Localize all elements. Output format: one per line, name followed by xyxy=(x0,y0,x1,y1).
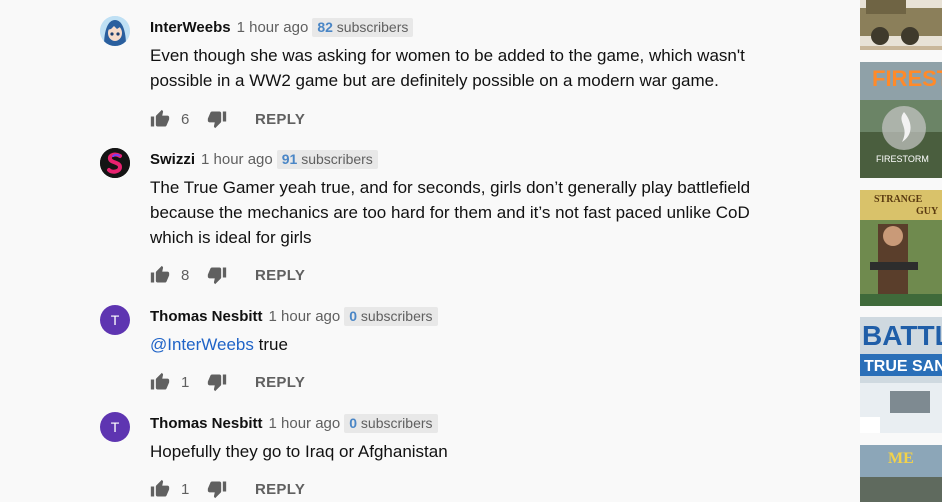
battlefield-thumbnail-icon: BATTL TRUE SAN xyxy=(860,317,942,433)
thumbs-up-icon[interactable] xyxy=(150,372,170,392)
thumbnail-subtitle: FIRESTORM xyxy=(876,154,929,164)
subscriber-badge: 0 subscribers xyxy=(344,306,438,326)
subscriber-count: 91 xyxy=(281,150,298,167)
author-name[interactable]: Thomas Nesbitt xyxy=(150,415,263,432)
subscriber-count: 0 xyxy=(349,414,358,431)
medal-thumbnail-icon: ME xyxy=(860,445,942,502)
like-count: 8 xyxy=(181,266,190,284)
anime-avatar-icon xyxy=(100,16,130,46)
subscriber-label: subscribers xyxy=(297,150,373,167)
firestorm-thumbnail-icon: FIREST FIRESTORM xyxy=(860,62,942,178)
video-thumbnail[interactable]: BATTL TRUE SAN xyxy=(860,317,942,433)
video-thumbnail[interactable]: STRANGE GUY xyxy=(860,190,942,306)
comment-header: InterWeebs 1 hour ago 82 subscribers xyxy=(150,16,414,38)
like-count: 6 xyxy=(181,110,190,128)
video-thumbnail[interactable] xyxy=(860,0,942,50)
subscriber-label: subscribers xyxy=(332,18,409,35)
comment-text: Even though she was asking for women to … xyxy=(150,46,745,90)
tank-thumbnail-icon xyxy=(860,0,942,50)
comment-actions: 8 REPLY xyxy=(150,263,305,287)
thumbnail-subtitle: GUY xyxy=(916,206,939,217)
subscriber-badge: 82 subscribers xyxy=(312,17,414,37)
thumbs-down-icon[interactable] xyxy=(207,479,227,499)
video-thumbnail[interactable]: FIREST FIRESTORM xyxy=(860,62,942,178)
comment-text: The True Gamer yeah true, and for second… xyxy=(150,178,751,247)
subscriber-badge: 91 subscribers xyxy=(276,149,378,169)
comment-actions: 1 REPLY xyxy=(150,370,305,394)
comment-header: Thomas Nesbitt 1 hour ago 0 subscribers xyxy=(150,305,438,327)
thumbnail-title: FIREST xyxy=(872,66,942,91)
reply-button[interactable]: REPLY xyxy=(255,111,305,128)
strange-guy-thumbnail-icon: STRANGE GUY xyxy=(860,190,942,306)
avatar[interactable]: T xyxy=(100,305,130,335)
avatar[interactable]: T xyxy=(100,412,130,442)
thumbs-up-icon[interactable] xyxy=(150,265,170,285)
comment-header: Swizzi 1 hour ago 91 subscribers xyxy=(150,148,378,170)
subscriber-count: 0 xyxy=(349,307,358,324)
subscriber-count: 82 xyxy=(317,18,333,35)
timestamp[interactable]: 1 hour ago xyxy=(201,151,273,168)
subscriber-badge: 0 subscribers xyxy=(344,413,438,433)
subscriber-label: subscribers xyxy=(357,414,433,431)
comment-text-rest: true xyxy=(253,335,288,354)
like-count: 1 xyxy=(181,373,190,391)
avatar[interactable] xyxy=(100,148,130,178)
thumbs-down-icon[interactable] xyxy=(207,109,227,129)
comment-text: Hopefully they go to Iraq or Afghanistan xyxy=(150,442,448,461)
reply-button[interactable]: REPLY xyxy=(255,267,305,284)
subscriber-label: subscribers xyxy=(357,307,433,324)
comment-text: @InterWeebs true xyxy=(150,332,790,357)
timestamp[interactable]: 1 hour ago xyxy=(237,19,309,36)
author-name[interactable]: Swizzi xyxy=(150,151,195,168)
like-count: 1 xyxy=(181,480,190,498)
avatar[interactable] xyxy=(100,16,130,46)
video-thumbnail[interactable]: ME xyxy=(860,445,942,502)
reply-button[interactable]: REPLY xyxy=(255,374,305,391)
thumbnail-title: STRANGE xyxy=(874,194,923,205)
author-name[interactable]: Thomas Nesbitt xyxy=(150,308,263,325)
reply-button[interactable]: REPLY xyxy=(255,481,305,498)
thumbnail-title: ME xyxy=(888,450,914,467)
timestamp[interactable]: 1 hour ago xyxy=(269,308,341,325)
comment-actions: 6 REPLY xyxy=(150,107,305,131)
comment-actions: 1 REPLY xyxy=(150,477,305,501)
timestamp[interactable]: 1 hour ago xyxy=(269,415,341,432)
thumbs-up-icon[interactable] xyxy=(150,479,170,499)
comment-header: Thomas Nesbitt 1 hour ago 0 subscribers xyxy=(150,412,438,434)
thumbs-down-icon[interactable] xyxy=(207,372,227,392)
thumbs-down-icon[interactable] xyxy=(207,265,227,285)
mention-link[interactable]: @InterWeebs xyxy=(150,335,254,354)
thumbs-up-icon[interactable] xyxy=(150,109,170,129)
swizzi-logo-icon xyxy=(100,148,130,178)
author-name[interactable]: InterWeebs xyxy=(150,19,231,36)
thumbnail-subtitle: TRUE SAN xyxy=(864,358,942,375)
thumbnail-title: BATTL xyxy=(862,320,942,351)
